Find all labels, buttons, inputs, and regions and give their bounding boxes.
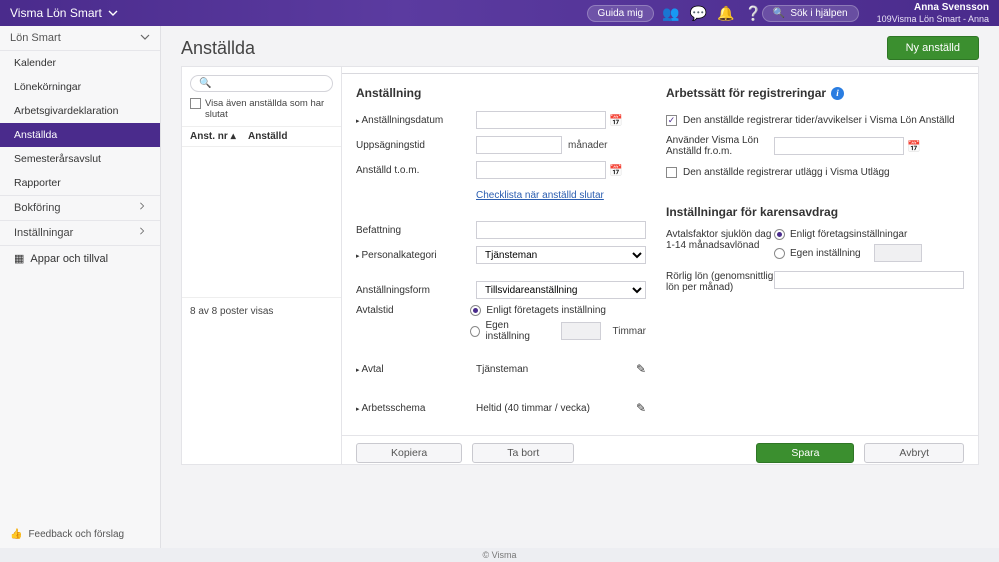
chevron-right-icon xyxy=(138,227,146,235)
nav-kalender[interactable]: Kalender xyxy=(0,51,160,75)
help-icon[interactable]: ❔ xyxy=(744,6,761,20)
lbl-anstalld-tom: Anställd t.o.m. xyxy=(356,165,476,176)
sidebar-section-toggle[interactable]: Lön Smart xyxy=(0,26,160,51)
employee-list-panel: 🔍 Visa även anställda som har slutat Ans… xyxy=(181,66,341,465)
nav-bokforing[interactable]: Bokföring xyxy=(0,195,160,220)
search-icon: 🔍 xyxy=(199,78,211,89)
input-rorlig-lon[interactable] xyxy=(774,271,964,289)
save-button[interactable]: Spara xyxy=(756,443,854,463)
select-anstallningsform[interactable]: Tillsvidareanställning xyxy=(476,281,646,299)
sort-asc-icon: ▴ xyxy=(231,131,236,142)
delete-button[interactable]: Ta bort xyxy=(472,443,574,463)
lbl-anstdatum: Anställningsdatum xyxy=(356,115,476,126)
show-ended-label: Visa även anställda som har slutat xyxy=(205,98,333,120)
thumb-icon: 👍 xyxy=(10,529,22,540)
col-anstalld[interactable]: Anställd xyxy=(248,131,287,142)
input-karens-egen[interactable] xyxy=(874,244,922,262)
action-bar: Kopiera Ta bort Spara Avbryt xyxy=(342,435,978,464)
lbl-avtalstid: Avtalstid xyxy=(356,305,470,316)
show-ended-checkbox[interactable] xyxy=(190,98,201,109)
info-icon[interactable]: i xyxy=(831,87,844,100)
list-footer: 8 av 8 poster visas xyxy=(182,297,341,325)
edit-schema-icon[interactable]: ✎ xyxy=(636,401,646,415)
brand[interactable]: Visma Lön Smart xyxy=(10,6,118,20)
search-help-button[interactable]: 🔍 Sök i hjälpen xyxy=(762,5,859,22)
nav-arbetsgivardeklaration[interactable]: Arbetsgivardeklaration xyxy=(0,99,160,123)
apps-icon: ▦ xyxy=(14,252,24,265)
lbl-avtal: Avtal xyxy=(356,364,476,375)
radio-karens-foretag[interactable] xyxy=(774,229,785,240)
brand-label: Visma Lön Smart xyxy=(10,6,102,20)
input-anstdatum[interactable] xyxy=(476,111,606,129)
radio-karens-egen[interactable] xyxy=(774,248,785,259)
lbl-anvander-from: Använder Visma Lön Anställd fr.o.m. xyxy=(666,135,774,157)
guide-button[interactable]: Guida mig xyxy=(587,5,655,22)
radio-avtalstid-egen[interactable] xyxy=(470,326,480,337)
input-anvander-from[interactable] xyxy=(774,137,904,155)
calendar-icon[interactable]: 📅 xyxy=(906,138,922,154)
edit-avtal-icon[interactable]: ✎ xyxy=(636,362,646,376)
chat-icon[interactable]: 💬 xyxy=(690,6,707,20)
cancel-button[interactable]: Avbryt xyxy=(864,443,964,463)
user-company: 109Visma Lön Smart - Anna xyxy=(877,14,989,25)
feedback-link[interactable]: 👍 Feedback och förslag xyxy=(0,521,160,548)
val-arbetsschema: Heltid (40 timmar / vecka) xyxy=(476,403,636,414)
radio-avtalstid-foretag[interactable] xyxy=(470,305,481,316)
lbl-avtalsfaktor: Avtalsfaktor sjuklön dag 1-14 månadsavlö… xyxy=(666,229,774,251)
users-icon[interactable]: 👥 xyxy=(662,6,679,20)
lbl-befattning: Befattning xyxy=(356,225,476,236)
user-name: Anna Svensson xyxy=(877,2,989,14)
bell-icon[interactable]: 🔔 xyxy=(717,6,734,20)
nav-appar[interactable]: ▦Appar och tillval xyxy=(0,245,160,271)
val-avtal: Tjänsteman xyxy=(476,364,636,375)
lbl-arbetsschema: Arbetsschema xyxy=(356,403,476,414)
lbl-anstallningsform: Anställningsform xyxy=(356,285,476,296)
lbl-manader: månader xyxy=(568,140,607,151)
calendar-icon[interactable]: 📅 xyxy=(608,162,624,178)
chk-registrerar-utlagg[interactable] xyxy=(666,167,677,178)
nav-installningar[interactable]: Inställningar xyxy=(0,220,160,245)
copy-button[interactable]: Kopiera xyxy=(356,443,462,463)
nav-semesterarsavslut[interactable]: Semesterårsavslut xyxy=(0,147,160,171)
chk-registrerar-tider[interactable] xyxy=(666,115,677,126)
nav-rapporter[interactable]: Rapporter xyxy=(0,171,160,195)
section-arbetssatt: Arbetssätt för registreringar i xyxy=(666,86,964,100)
select-personalkategori[interactable]: Tjänsteman xyxy=(476,246,646,264)
employee-search[interactable]: 🔍 xyxy=(190,75,333,92)
calendar-icon[interactable]: 📅 xyxy=(608,112,624,128)
page-title: Anställda xyxy=(181,38,255,59)
search-icon: 🔍 xyxy=(773,8,785,19)
lbl-uppsagningstid: Uppsägningstid xyxy=(356,140,476,151)
input-avtalstid-timmar[interactable] xyxy=(561,322,601,340)
chevron-right-icon xyxy=(138,202,146,210)
nav-lonekorningar[interactable]: Lönekörningar xyxy=(0,75,160,99)
section-karensavdrag: Inställningar för karensavdrag xyxy=(666,205,964,219)
chevron-down-icon xyxy=(108,8,118,18)
footer: © Visma xyxy=(0,548,999,562)
main: Anställda Ny anställd 🔍 Visa även anstäl… xyxy=(161,26,999,548)
checklist-link[interactable]: Checklista när anställd slutar xyxy=(476,190,604,201)
lbl-rorlig-lon: Rörlig lön (genomsnittlig lön per månad) xyxy=(666,271,774,293)
search-input[interactable] xyxy=(216,78,324,89)
section-anstallning: Anställning xyxy=(356,86,646,100)
input-anstalld-tom[interactable] xyxy=(476,161,606,179)
col-anstnr[interactable]: Anst. nr▴ xyxy=(190,131,244,142)
employee-detail-panel: Anställning Anställningsdatum 📅 Uppsägni… xyxy=(341,66,979,465)
lbl-personalkategori: Personalkategori xyxy=(356,250,476,261)
user-menu[interactable]: Anna Svensson 109Visma Lön Smart - Anna xyxy=(877,2,989,25)
nav-anstallda[interactable]: Anställda xyxy=(0,123,160,147)
chevron-down-icon xyxy=(140,32,150,42)
app-header: Visma Lön Smart Guida mig 👥 💬 🔔 ❔ 🔍 Sök … xyxy=(0,0,999,26)
new-employee-button[interactable]: Ny anställd xyxy=(887,36,979,60)
sidebar: Lön Smart Kalender Lönekörningar Arbetsg… xyxy=(0,26,161,548)
input-befattning[interactable] xyxy=(476,221,646,239)
input-uppsagningstid[interactable] xyxy=(476,136,562,154)
header-icons: 👥 💬 🔔 ❔ xyxy=(662,6,762,20)
